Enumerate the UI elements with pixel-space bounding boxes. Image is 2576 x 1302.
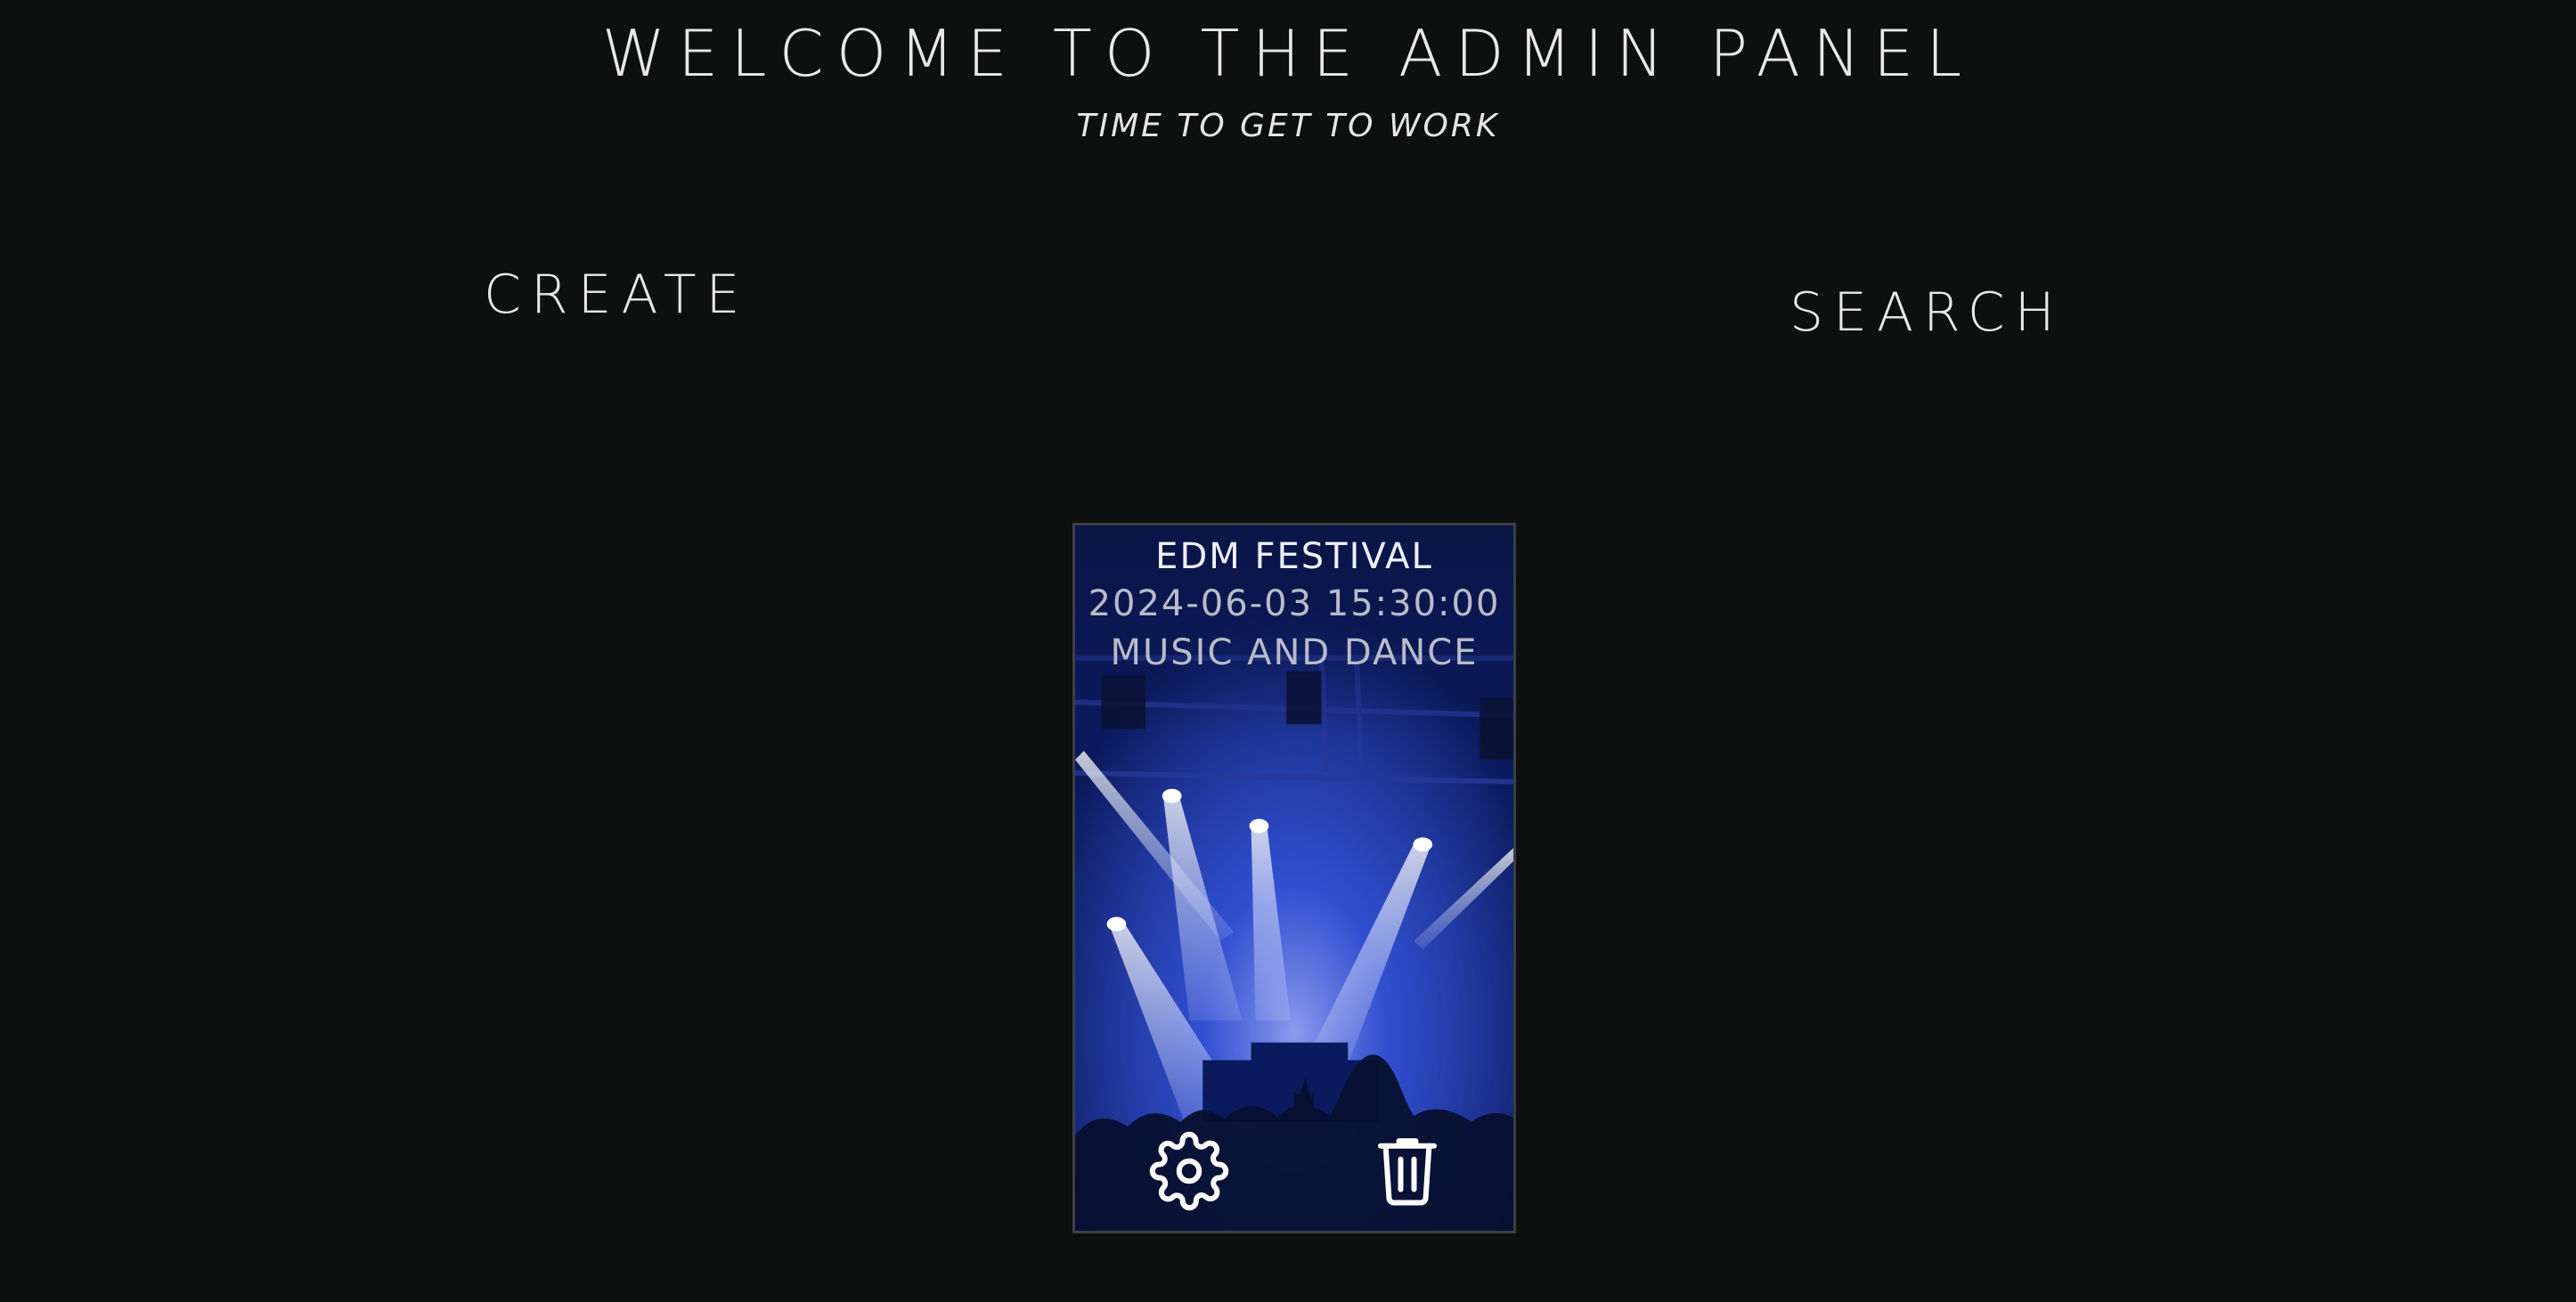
search-link[interactable]: SEARCH [1789,281,2065,344]
event-card[interactable]: EDM FESTIVAL 2024-06-03 15:30:00 MUSIC A… [1072,523,1516,1233]
event-datetime: 2024-06-03 15:30:00 [1088,583,1501,624]
event-category: MUSIC AND DANCE [1110,632,1479,673]
gear-icon[interactable] [1149,1131,1229,1211]
admin-panel-page: WELCOME TO THE ADMIN PANEL TIME TO GET T… [0,0,2576,1302]
page-subtitle: TIME TO GET TO WORK [1076,108,1500,144]
event-title: EDM FESTIVAL [1155,536,1433,577]
page-title: WELCOME TO THE ADMIN PANEL [601,16,1975,91]
trash-icon[interactable] [1367,1129,1447,1209]
create-link[interactable]: CREATE [484,264,749,326]
